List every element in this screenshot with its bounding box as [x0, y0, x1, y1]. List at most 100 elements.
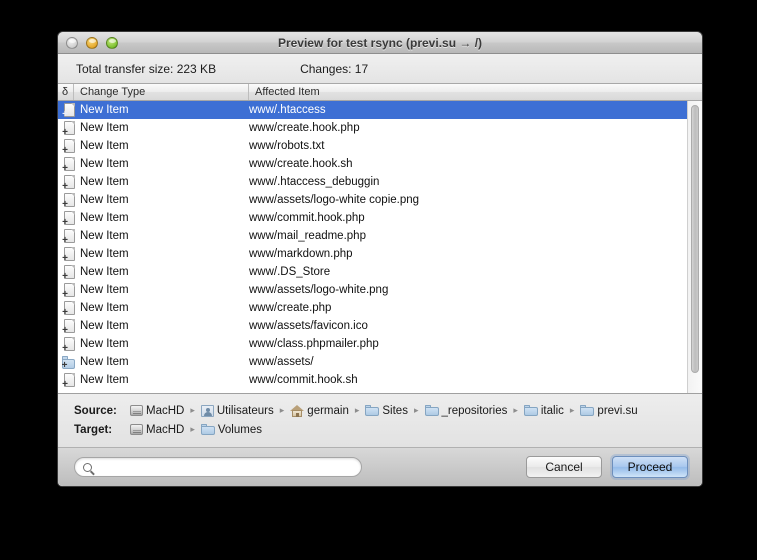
table-row[interactable]: + New Item www/assets/favicon.ico [58, 317, 687, 335]
document-add-icon: + [62, 318, 76, 335]
document-add-icon: + [62, 336, 76, 353]
row-icon-cell: + [58, 156, 80, 173]
transfer-summary: Total transfer size: 223 KB Changes: 17 [58, 54, 702, 84]
document-add-icon: + [62, 372, 76, 389]
table-row[interactable]: + New Item www/.htaccess_debuggin [58, 173, 687, 191]
table-row[interactable]: + New Item www/.DS_Store [58, 263, 687, 281]
search-icon [83, 462, 92, 472]
search-input[interactable] [97, 461, 353, 473]
breadcrumb-item[interactable]: Sites [365, 405, 408, 417]
window-titlebar[interactable]: Preview for test rsync (previ.su → /) [58, 32, 702, 54]
row-change-type: New Item [80, 284, 129, 296]
breadcrumb-separator: ▸ [413, 405, 419, 415]
folder-icon [523, 405, 538, 416]
table-row[interactable]: + New Item www/create.hook.sh [58, 155, 687, 173]
target-path-row: Target: MacHD ▸ Volumes [74, 420, 692, 439]
path-panel: Source: MacHD ▸ Utilisateurs ▸ germain ▸ Sites… [58, 394, 702, 448]
row-affected-item: www/.DS_Store [249, 266, 331, 278]
breadcrumb-item[interactable]: Utilisateurs [200, 404, 274, 417]
row-change-type: New Item [80, 212, 129, 224]
breadcrumb-separator: ▸ [190, 405, 195, 415]
row-affected-item: www/assets/logo-white copie.png [249, 194, 420, 206]
column-header-delta[interactable]: δ [58, 84, 74, 100]
breadcrumb-item[interactable]: italic [523, 404, 564, 417]
document-add-icon: + [62, 102, 76, 119]
row-affected-item: www/create.hook.sh [249, 158, 353, 170]
row-icon-cell: + [58, 264, 80, 281]
breadcrumb-label: italic [540, 404, 564, 417]
column-header-change-type[interactable]: Change Type [74, 84, 249, 100]
document-add-icon: + [62, 282, 76, 299]
row-change-type: New Item [80, 302, 129, 314]
minimize-button[interactable] [86, 36, 98, 49]
breadcrumb-label: _repositories [441, 404, 508, 417]
row-change-type: New Item [80, 104, 129, 116]
breadcrumb-item[interactable]: previ.su [580, 404, 638, 417]
changes-list[interactable]: + New Item www/.htaccess + New Item www/creat… [58, 101, 687, 393]
table-row[interactable]: + New Item www/markdown.php [58, 245, 687, 263]
folder-icon [424, 405, 439, 416]
target-breadcrumb: MacHD ▸ Volumes [130, 424, 262, 436]
table-row[interactable]: + New Item www/create.php [58, 299, 687, 317]
table-row[interactable]: + New Item www/assets/ [58, 353, 687, 371]
breadcrumb-separator: ▸ [279, 405, 285, 415]
changes-count: Changes: 17 [300, 61, 369, 76]
proceed-button[interactable]: Proceed [612, 456, 688, 478]
breadcrumb-item[interactable]: MacHD [130, 424, 184, 436]
table-row[interactable]: + New Item www/create.hook.php [58, 119, 687, 137]
table-row[interactable]: + New Item www/class.phpmailer.php [58, 335, 687, 353]
row-icon-cell: + [58, 192, 80, 209]
row-icon-cell: + [58, 210, 80, 227]
folder-icon [365, 405, 380, 416]
row-icon-cell: + [58, 355, 80, 370]
column-header-affected-item[interactable]: Affected Item [249, 84, 702, 100]
table-row[interactable]: + New Item www/commit.hook.php [58, 209, 687, 227]
row-affected-item: www/commit.hook.sh [249, 374, 358, 386]
row-icon-cell: + [58, 138, 80, 155]
table-row[interactable]: + New Item www/assets/logo-white.png [58, 281, 687, 299]
home-icon [290, 404, 305, 417]
row-icon-cell: + [58, 300, 80, 317]
row-change-type: New Item [80, 266, 129, 278]
row-change-type: New Item [80, 374, 129, 386]
breadcrumb-item[interactable]: Volumes [200, 424, 262, 436]
document-add-icon: + [62, 246, 76, 263]
cancel-button[interactable]: Cancel [526, 456, 602, 478]
target-label: Target: [74, 423, 113, 436]
breadcrumb-item[interactable]: MacHD [130, 405, 184, 417]
document-add-icon: + [62, 138, 76, 155]
breadcrumb-item[interactable]: _repositories [424, 404, 508, 417]
table-row[interactable]: + New Item www/mail_readme.php [58, 227, 687, 245]
document-add-icon: + [62, 264, 76, 281]
dialog-buttons: Cancel Proceed [526, 456, 688, 478]
harddisk-icon [130, 405, 143, 416]
table-row[interactable]: + New Item www/assets/logo-white copie.png [58, 191, 687, 209]
breadcrumb-separator: ▸ [569, 405, 575, 415]
breadcrumb-label: Utilisateurs [216, 404, 274, 417]
row-affected-item: www/robots.txt [249, 140, 325, 152]
table-row[interactable]: + New Item www/.htaccess [58, 101, 687, 119]
row-icon-cell: + [58, 102, 80, 119]
list-column-headers: δ Change Type Affected Item [58, 84, 702, 101]
zoom-button[interactable] [106, 36, 118, 49]
breadcrumb-item[interactable]: germain [290, 404, 349, 417]
breadcrumb-label: previ.su [597, 404, 638, 417]
traffic-lights [58, 36, 118, 49]
close-button[interactable] [66, 36, 78, 49]
breadcrumb-label: Sites [382, 404, 408, 417]
row-affected-item: www/assets/logo-white.png [249, 284, 389, 296]
search-field[interactable] [74, 457, 362, 477]
row-change-type: New Item [80, 158, 129, 170]
source-breadcrumb: MacHD ▸ Utilisateurs ▸ germain ▸ Sites ▸ _reposi… [130, 404, 638, 417]
row-affected-item: www/assets/ [249, 356, 314, 368]
table-row[interactable]: + New Item www/commit.hook.sh [58, 371, 687, 389]
row-affected-item: www/markdown.php [249, 248, 353, 260]
list-vertical-scrollbar[interactable] [687, 101, 702, 393]
row-change-type: New Item [80, 122, 129, 134]
scrollbar-thumb[interactable] [691, 105, 699, 373]
folder-icon [200, 424, 215, 435]
document-add-icon: + [62, 192, 76, 209]
table-row[interactable]: + New Item www/robots.txt [58, 137, 687, 155]
source-path-row: Source: MacHD ▸ Utilisateurs ▸ germain ▸ Sites… [74, 401, 692, 420]
harddisk-icon [130, 424, 143, 435]
